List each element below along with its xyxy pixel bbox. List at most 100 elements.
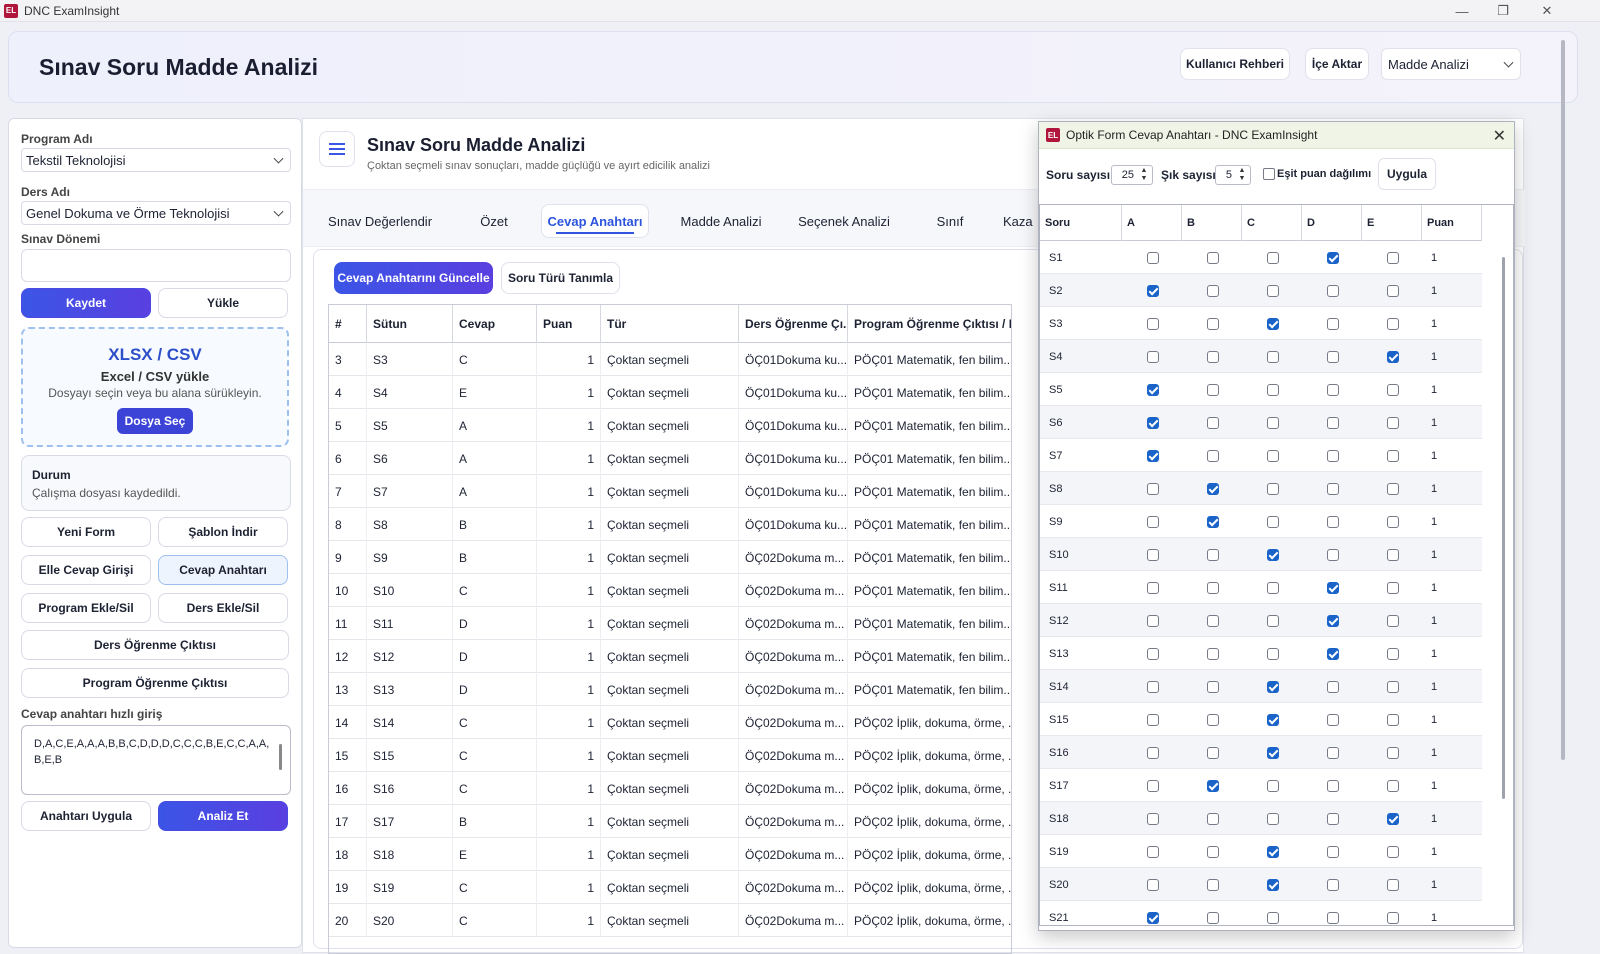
- cell-points[interactable]: 1: [537, 442, 601, 475]
- option-e-checkbox[interactable]: [1387, 285, 1399, 297]
- option-b-checkbox[interactable]: [1207, 384, 1219, 396]
- option-a-checkbox[interactable]: [1147, 318, 1159, 330]
- load-button[interactable]: Yükle: [158, 288, 288, 318]
- cell-column[interactable]: S6: [367, 442, 453, 475]
- key-points[interactable]: 1: [1431, 373, 1437, 406]
- cell-course-outcome[interactable]: ÖÇ02Dokuma m...: [739, 541, 848, 574]
- option-d-checkbox[interactable]: [1327, 747, 1339, 759]
- option-b-checkbox[interactable]: [1207, 714, 1219, 726]
- option-b-checkbox[interactable]: [1207, 879, 1219, 891]
- table-row[interactable]: 3 S3 C 1 Çoktan seçmeli ÖÇ01Dokuma ku... PÖÇ01…: [329, 343, 1011, 376]
- option-b-checkbox[interactable]: [1207, 285, 1219, 297]
- cell-course-outcome[interactable]: ÖÇ02Dokuma m...: [739, 574, 848, 607]
- cell-points[interactable]: 1: [537, 508, 601, 541]
- cell-index[interactable]: 17: [329, 805, 367, 838]
- option-b-checkbox[interactable]: [1207, 318, 1219, 330]
- col-option-c[interactable]: C: [1242, 205, 1302, 241]
- option-e-checkbox[interactable]: [1387, 912, 1399, 924]
- option-b-checkbox[interactable]: [1207, 516, 1219, 528]
- cell-index[interactable]: 19: [329, 871, 367, 904]
- table-row[interactable]: 6 S6 A 1 Çoktan seçmeli ÖÇ01Dokuma ku... PÖÇ01…: [329, 442, 1011, 475]
- table-row[interactable]: 19 S19 C 1 Çoktan seçmeli ÖÇ02Dokuma m... PÖÇ0…: [329, 871, 1011, 904]
- cell-answer[interactable]: D: [453, 673, 537, 706]
- table-row[interactable]: 11 S11 D 1 Çoktan seçmeli ÖÇ02Dokuma m... PÖÇ0…: [329, 607, 1011, 640]
- option-a-checkbox[interactable]: [1147, 450, 1159, 462]
- new-form-button[interactable]: Yeni Form: [21, 517, 151, 547]
- cell-course-outcome[interactable]: ÖÇ02Dokuma m...: [739, 805, 848, 838]
- option-e-checkbox[interactable]: [1387, 549, 1399, 561]
- cell-column[interactable]: S7: [367, 475, 453, 508]
- cell-program-outcome[interactable]: PÖÇ01 Matematik, fen bilim...: [848, 409, 1011, 442]
- col-question[interactable]: Soru: [1040, 205, 1122, 241]
- cell-column[interactable]: S4: [367, 376, 453, 409]
- option-e-checkbox[interactable]: [1387, 615, 1399, 627]
- equal-points-checkbox[interactable]: [1263, 168, 1275, 180]
- option-c-checkbox[interactable]: [1267, 384, 1279, 396]
- cell-index[interactable]: 13: [329, 673, 367, 706]
- table-row[interactable]: 7 S7 A 1 Çoktan seçmeli ÖÇ01Dokuma ku... PÖÇ01…: [329, 475, 1011, 508]
- option-d-checkbox[interactable]: [1327, 450, 1339, 462]
- option-c-checkbox[interactable]: [1267, 780, 1279, 792]
- cell-program-outcome[interactable]: PÖÇ02 İplik, dokuma, örme, ...: [848, 904, 1011, 937]
- table-row[interactable]: 9 S9 B 1 Çoktan seçmeli ÖÇ02Dokuma m... PÖÇ01 …: [329, 541, 1011, 574]
- cell-column[interactable]: S3: [367, 343, 453, 376]
- option-b-checkbox[interactable]: [1207, 549, 1219, 561]
- option-b-checkbox[interactable]: [1207, 747, 1219, 759]
- option-e-checkbox[interactable]: [1387, 879, 1399, 891]
- cell-answer[interactable]: C: [453, 739, 537, 772]
- option-d-checkbox[interactable]: [1327, 351, 1339, 363]
- option-c-checkbox[interactable]: [1267, 549, 1279, 561]
- key-points[interactable]: 1: [1431, 307, 1437, 340]
- cell-program-outcome[interactable]: PÖÇ01 Matematik, fen bilim...: [848, 343, 1011, 376]
- option-e-checkbox[interactable]: [1387, 582, 1399, 594]
- period-input[interactable]: [21, 249, 291, 282]
- cell-course-outcome[interactable]: ÖÇ02Dokuma m...: [739, 739, 848, 772]
- cell-index[interactable]: 4: [329, 376, 367, 409]
- col-points[interactable]: Puan: [537, 305, 601, 343]
- cell-index[interactable]: 5: [329, 409, 367, 442]
- apply-key-button[interactable]: Anahtarı Uygula: [21, 801, 151, 831]
- key-points[interactable]: 1: [1431, 340, 1437, 373]
- option-d-checkbox[interactable]: [1327, 285, 1339, 297]
- cell-answer[interactable]: D: [453, 607, 537, 640]
- key-points[interactable]: 1: [1431, 868, 1437, 901]
- option-b-checkbox[interactable]: [1207, 450, 1219, 462]
- table-row[interactable]: 17 S17 B 1 Çoktan seçmeli ÖÇ02Dokuma m... PÖÇ0…: [329, 805, 1011, 838]
- option-e-checkbox[interactable]: [1387, 417, 1399, 429]
- key-points[interactable]: 1: [1431, 472, 1437, 505]
- cell-column[interactable]: S14: [367, 706, 453, 739]
- cell-type[interactable]: Çoktan seçmeli: [601, 376, 739, 409]
- option-a-checkbox[interactable]: [1147, 780, 1159, 792]
- option-a-checkbox[interactable]: [1147, 252, 1159, 264]
- option-c-checkbox[interactable]: [1267, 714, 1279, 726]
- cell-type[interactable]: Çoktan seçmeli: [601, 640, 739, 673]
- cell-column[interactable]: S19: [367, 871, 453, 904]
- cell-answer[interactable]: A: [453, 442, 537, 475]
- cell-index[interactable]: 7: [329, 475, 367, 508]
- option-a-checkbox[interactable]: [1147, 846, 1159, 858]
- option-d-checkbox[interactable]: [1327, 483, 1339, 495]
- key-points[interactable]: 1: [1431, 802, 1437, 835]
- table-row[interactable]: 20 S20 C 1 Çoktan seçmeli ÖÇ02Dokuma m... PÖÇ0…: [329, 904, 1011, 937]
- option-d-checkbox[interactable]: [1327, 648, 1339, 660]
- cell-points[interactable]: 1: [537, 739, 601, 772]
- option-b-checkbox[interactable]: [1207, 846, 1219, 858]
- cell-program-outcome[interactable]: PÖÇ02 İplik, dokuma, örme, ...: [848, 838, 1011, 871]
- cell-column[interactable]: S8: [367, 508, 453, 541]
- col-type[interactable]: Tür: [601, 305, 739, 343]
- cell-points[interactable]: 1: [537, 706, 601, 739]
- cell-type[interactable]: Çoktan seçmeli: [601, 706, 739, 739]
- key-points[interactable]: 1: [1431, 538, 1437, 571]
- key-points[interactable]: 1: [1431, 604, 1437, 637]
- cell-type[interactable]: Çoktan seçmeli: [601, 508, 739, 541]
- define-question-type-button[interactable]: Soru Türü Tanımla: [501, 262, 620, 294]
- cell-answer[interactable]: E: [453, 838, 537, 871]
- menu-icon[interactable]: [319, 131, 355, 167]
- cell-answer[interactable]: C: [453, 706, 537, 739]
- user-guide-button[interactable]: Kullanıcı Rehberi: [1180, 48, 1290, 80]
- cell-course-outcome[interactable]: ÖÇ02Dokuma m...: [739, 607, 848, 640]
- cell-points[interactable]: 1: [537, 805, 601, 838]
- cell-answer[interactable]: A: [453, 409, 537, 442]
- key-points[interactable]: 1: [1431, 835, 1437, 868]
- textarea-scrollbar[interactable]: [279, 744, 282, 770]
